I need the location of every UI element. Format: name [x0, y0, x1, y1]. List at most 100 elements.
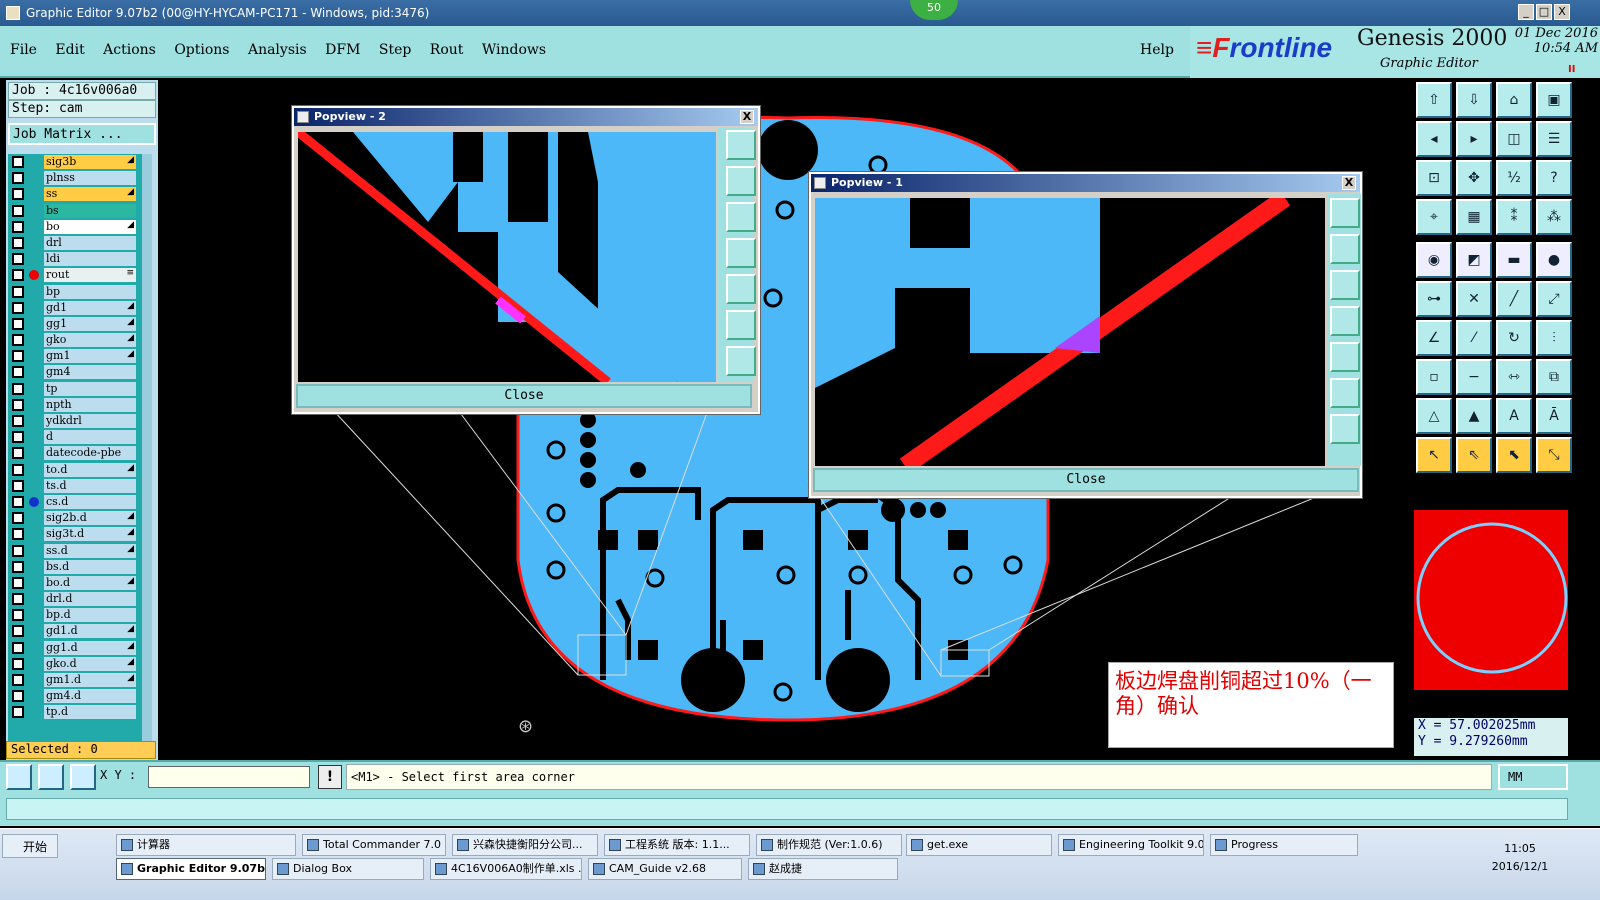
layer-name[interactable]: sig2b.d: [44, 511, 136, 526]
menu-rout[interactable]: Rout: [430, 42, 464, 58]
triangle-up-icon[interactable]: ▲: [1456, 398, 1492, 434]
layer-checkbox[interactable]: [12, 560, 24, 573]
layer-row[interactable]: gd1.d ◢: [8, 623, 148, 639]
layer-row[interactable]: bo ◢: [8, 219, 148, 235]
popview-2-close-button[interactable]: Close: [296, 384, 752, 408]
taskbar-item[interactable]: Progress: [1210, 834, 1358, 856]
layer-checkbox[interactable]: [12, 463, 24, 476]
layer-checkbox[interactable]: [12, 204, 24, 217]
layer-scrollbar[interactable]: [142, 154, 152, 744]
line-add-icon[interactable]: ⤢: [1536, 281, 1572, 317]
layer-name[interactable]: plnss: [44, 171, 136, 186]
popview-1-titlebar[interactable]: Popview - 1 X: [811, 174, 1360, 192]
layer-name[interactable]: bo.d: [44, 575, 136, 590]
layer-name[interactable]: bs.d: [44, 559, 136, 574]
ruler-icon[interactable]: ▬: [1496, 242, 1532, 278]
triangle-icon[interactable]: △: [1416, 398, 1452, 434]
layer-name[interactable]: sig3t.d: [44, 527, 136, 542]
layer-checkbox[interactable]: [12, 220, 24, 233]
layer-name[interactable]: gg1: [44, 316, 136, 331]
popview-2-zoom-out-icon[interactable]: [726, 346, 756, 376]
layer-name[interactable]: gm4.d: [44, 689, 136, 704]
window-icon[interactable]: ▣: [1536, 82, 1572, 118]
pointer-multi-icon[interactable]: ⤡: [1536, 437, 1572, 473]
layer-row[interactable]: sig3b ◢: [8, 154, 148, 170]
popview-2-zoom-in-icon[interactable]: [726, 310, 756, 340]
layer-row[interactable]: bs: [8, 203, 148, 219]
layer-checkbox[interactable]: [12, 350, 24, 363]
layer-checkbox[interactable]: [12, 301, 24, 314]
system-clock[interactable]: 11:05 2016/12/1: [1490, 840, 1550, 876]
layer-row[interactable]: datecode-pbe: [8, 445, 148, 461]
layer-name[interactable]: tp: [44, 381, 136, 396]
fit-icon[interactable]: ⊡: [1416, 160, 1452, 196]
menu-file[interactable]: File: [10, 42, 37, 58]
pause-icon[interactable]: II: [1568, 64, 1575, 75]
zoom-window-icon[interactable]: [6, 764, 32, 790]
popview-2-zoom-icon[interactable]: [726, 130, 756, 160]
layer-blue-icon[interactable]: ⁂: [1536, 199, 1572, 235]
camera-icon[interactable]: ◉: [1416, 242, 1452, 278]
layer-name[interactable]: gko: [44, 333, 136, 348]
graphic-canvas[interactable]: ⊛ Popview - 2X Close Popview - 1X Close: [158, 80, 1410, 760]
layer-row[interactable]: bs.d: [8, 559, 148, 575]
connect-icon[interactable]: ⊶: [1416, 281, 1452, 317]
popview-2-window[interactable]: Popview - 2 X Close: [291, 105, 761, 415]
layer-row[interactable]: sig2b.d ◢: [8, 510, 148, 526]
menu-edit[interactable]: Edit: [55, 42, 84, 58]
pointer-icon[interactable]: ↖: [1416, 437, 1452, 473]
layer-checkbox[interactable]: [12, 366, 24, 379]
layer-checkbox[interactable]: [12, 398, 24, 411]
layer-checkbox[interactable]: [12, 528, 24, 541]
layer-row[interactable]: gd1 ◢: [8, 300, 148, 316]
taskbar-item[interactable]: 兴森快捷衡阳分公司...: [452, 834, 598, 856]
center-icon[interactable]: ✥: [1456, 160, 1492, 196]
job-matrix-button[interactable]: Job Matrix ...: [8, 123, 156, 145]
layer-checkbox[interactable]: [12, 690, 24, 703]
popview-2-pan-down-icon[interactable]: [726, 202, 756, 232]
grid-icon[interactable]: ▦: [1456, 199, 1492, 235]
xy-input[interactable]: [148, 766, 310, 788]
layer-row[interactable]: tp.d: [8, 704, 148, 720]
layer-name[interactable]: bs: [44, 203, 136, 218]
taskbar-item[interactable]: get.exe: [906, 834, 1052, 856]
popview-1-close-x[interactable]: X: [1342, 176, 1356, 190]
menu-step[interactable]: Step: [379, 42, 411, 58]
layer-name[interactable]: gm1: [44, 349, 136, 364]
layer-name[interactable]: datecode-pbe: [44, 446, 136, 461]
layer-checkbox[interactable]: [12, 674, 24, 686]
layer-checkbox[interactable]: [12, 172, 24, 185]
popview-1-zoom-icon[interactable]: [1330, 198, 1360, 228]
layer-checkbox[interactable]: [12, 625, 24, 638]
layer-row[interactable]: gm4.d: [8, 688, 148, 704]
units-selector[interactable]: MM: [1498, 764, 1568, 790]
line-icon[interactable]: ╱: [1496, 281, 1532, 317]
popview-1-pan-up-icon[interactable]: [1330, 234, 1360, 264]
taskbar-item[interactable]: CAM_Guide v2.68: [588, 858, 742, 880]
layer-name[interactable]: rout: [44, 268, 136, 283]
close-window-button[interactable]: X: [1554, 4, 1570, 20]
layer-red-icon[interactable]: ⁑: [1496, 199, 1532, 235]
layer-row[interactable]: ts.d: [8, 478, 148, 494]
dash-icon[interactable]: −: [1456, 359, 1492, 395]
layer-row[interactable]: gm1.d ◢: [8, 672, 148, 688]
pad-icon[interactable]: ●: [1536, 242, 1572, 278]
popview-1-zoom-out-icon[interactable]: [1330, 414, 1360, 444]
taskbar-item[interactable]: 制作规范 (Ver:1.0.6): [756, 834, 902, 856]
layer-row[interactable]: ss ◢: [8, 186, 148, 202]
width-icon[interactable]: ⇿: [1496, 359, 1532, 395]
layer-checkbox[interactable]: [12, 706, 24, 719]
layer-name[interactable]: gg1.d: [44, 640, 136, 655]
layer-row[interactable]: npth: [8, 397, 148, 413]
layer-name[interactable]: ldi: [44, 252, 136, 267]
popview-2-canvas[interactable]: [298, 132, 716, 382]
layer-checkbox[interactable]: [12, 317, 24, 330]
maximize-button[interactable]: □: [1536, 4, 1552, 20]
layer-name[interactable]: ss.d: [44, 543, 136, 558]
popview-2-pan-left-icon[interactable]: [726, 238, 756, 268]
layer-row[interactable]: gm1 ◢: [8, 348, 148, 364]
measure-icon[interactable]: ◩: [1456, 242, 1492, 278]
layer-name[interactable]: sig3b: [44, 155, 136, 169]
pointer-box-icon[interactable]: ⇖: [1456, 437, 1492, 473]
layer-row[interactable]: sig3t.d ◢: [8, 526, 148, 542]
